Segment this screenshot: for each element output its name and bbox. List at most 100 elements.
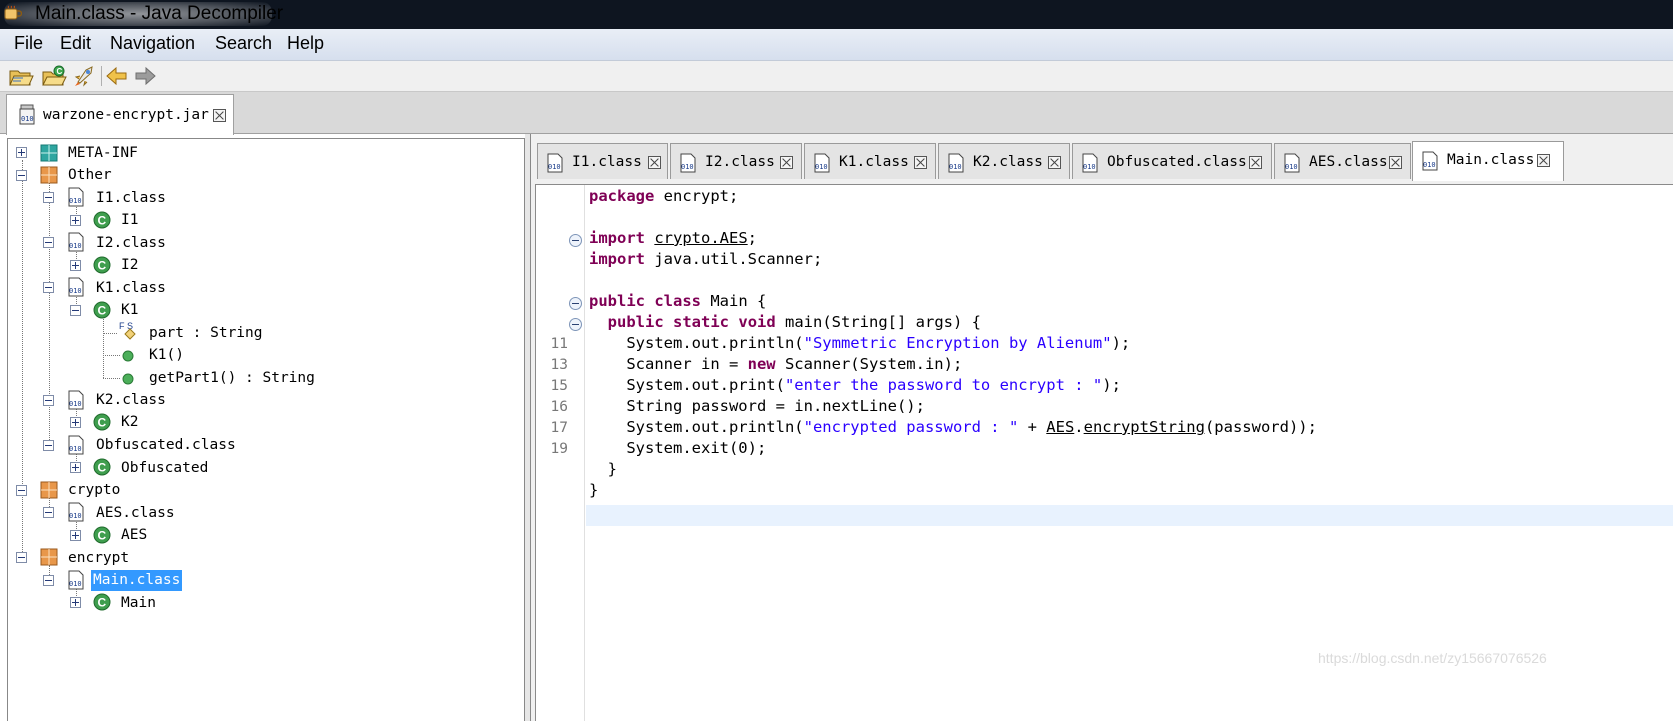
- collapse-toggle[interactable]: [16, 485, 27, 496]
- code-text: System.out.println(: [589, 334, 804, 352]
- collapse-toggle[interactable]: [43, 507, 54, 518]
- close-icon[interactable]: [1048, 156, 1061, 169]
- class-file-icon: 010: [68, 277, 84, 297]
- menu-help[interactable]: Help: [287, 33, 324, 54]
- file-tab-warzone-encrypt[interactable]: 010 warzone-encrypt.jar: [6, 94, 234, 135]
- class-file-icon: 010: [1284, 153, 1300, 173]
- tree-item-obfuscated[interactable]: Obfuscated: [121, 460, 208, 476]
- close-icon[interactable]: [213, 109, 226, 122]
- expand-toggle[interactable]: [70, 462, 81, 473]
- collapse-toggle[interactable]: [43, 237, 54, 248]
- back-arrow-icon[interactable]: [104, 64, 130, 88]
- tree-item-meta-inf[interactable]: META-INF: [68, 145, 138, 161]
- tree-item-method-getpart1[interactable]: getPart1() : String: [149, 370, 315, 386]
- method-icon: [122, 350, 134, 362]
- tree-item-encrypt[interactable]: encrypt: [68, 550, 129, 566]
- tree-item-i2-class[interactable]: I2.class: [96, 235, 166, 251]
- close-icon[interactable]: [648, 156, 661, 169]
- tree-item-obfuscated-class[interactable]: Obfuscated.class: [96, 437, 236, 453]
- tree-item-aes[interactable]: AES: [121, 527, 147, 543]
- svg-text:010: 010: [69, 512, 82, 520]
- menu-bar: File Edit Navigation Search Help: [0, 29, 1673, 61]
- code-type-link[interactable]: crypto.AES: [654, 229, 747, 247]
- close-icon[interactable]: [914, 156, 927, 169]
- svg-text:010: 010: [548, 163, 561, 171]
- class-c-icon: C: [93, 211, 111, 229]
- close-icon[interactable]: [1537, 154, 1550, 167]
- code-string: "enter the password to encrypt : ": [784, 376, 1103, 394]
- forward-arrow-icon[interactable]: [132, 64, 158, 88]
- file-tab-strip: 010 warzone-encrypt.jar: [0, 92, 1673, 135]
- tab-label: K2.class: [973, 154, 1043, 170]
- tree-item-k1[interactable]: K1: [121, 302, 138, 318]
- tab-obfuscated-class[interactable]: 010 Obfuscated.class: [1072, 143, 1272, 179]
- tree-item-other[interactable]: Other: [68, 167, 112, 183]
- tree-item-main-class[interactable]: Main.class: [91, 570, 183, 591]
- collapse-toggle[interactable]: [43, 440, 54, 451]
- svg-text:C: C: [98, 529, 107, 543]
- close-icon[interactable]: [780, 156, 793, 169]
- svg-text:010: 010: [1423, 161, 1436, 169]
- collapse-toggle[interactable]: [16, 552, 27, 563]
- expand-toggle[interactable]: [70, 530, 81, 541]
- class-file-icon: 010: [1082, 153, 1098, 173]
- jar-icon: 010: [19, 104, 35, 125]
- fold-collapse-icon[interactable]: [569, 234, 582, 247]
- collapse-toggle[interactable]: [43, 192, 54, 203]
- tree-item-k1-class[interactable]: K1.class: [96, 280, 166, 296]
- tree-item-aes-class[interactable]: AES.class: [96, 505, 175, 521]
- fold-collapse-icon[interactable]: [569, 297, 582, 310]
- menu-search[interactable]: Search: [215, 33, 272, 54]
- tab-k2-class[interactable]: 010 K2.class: [938, 143, 1070, 179]
- tab-main-class[interactable]: 010 Main.class: [1412, 141, 1564, 181]
- expand-toggle[interactable]: [70, 597, 81, 608]
- collapse-toggle[interactable]: [70, 305, 81, 316]
- code-method-link[interactable]: encryptString: [1084, 418, 1205, 436]
- tree-item-main[interactable]: Main: [121, 595, 156, 611]
- expand-toggle[interactable]: [70, 215, 81, 226]
- tree-item-i1[interactable]: I1: [121, 212, 138, 228]
- watermark: https://blog.csdn.net/zy15667076526: [1318, 650, 1547, 666]
- tab-label: I2.class: [705, 154, 775, 170]
- class-file-icon: 010: [68, 502, 84, 522]
- collapse-toggle[interactable]: [16, 170, 27, 181]
- collapse-toggle[interactable]: [43, 575, 54, 586]
- code-text: Main {: [701, 292, 767, 310]
- code-type-link[interactable]: AES: [1046, 418, 1074, 436]
- code-line: }: [589, 460, 617, 478]
- search-rocket-icon[interactable]: [72, 64, 98, 88]
- tree-item-i1-class[interactable]: I1.class: [96, 190, 166, 206]
- class-c-icon: C: [93, 458, 111, 476]
- close-icon[interactable]: [1249, 156, 1262, 169]
- tab-aes-class[interactable]: 010 AES.class: [1274, 143, 1411, 179]
- fold-collapse-icon[interactable]: [569, 318, 582, 331]
- tree-item-crypto[interactable]: crypto: [68, 482, 120, 498]
- svg-text:010: 010: [949, 163, 962, 171]
- code-keyword: void: [738, 313, 776, 331]
- menu-file[interactable]: File: [14, 33, 43, 54]
- menu-navigation[interactable]: Navigation: [110, 33, 195, 54]
- class-file-icon: 010: [68, 187, 84, 207]
- tree-item-field-part[interactable]: part : String: [149, 325, 263, 341]
- collapse-toggle[interactable]: [43, 395, 54, 406]
- expand-toggle[interactable]: [70, 260, 81, 271]
- expand-toggle[interactable]: [70, 417, 81, 428]
- tab-label: K1.class: [839, 154, 909, 170]
- menu-edit[interactable]: Edit: [60, 33, 91, 54]
- svg-text:010: 010: [681, 163, 694, 171]
- collapse-toggle[interactable]: [43, 282, 54, 293]
- open-file-icon[interactable]: [8, 64, 34, 88]
- tree-item-i2[interactable]: I2: [121, 257, 138, 273]
- close-icon[interactable]: [1389, 156, 1402, 169]
- class-file-icon: 010: [68, 570, 84, 590]
- folder-package-icon: [40, 144, 58, 162]
- open-type-icon[interactable]: C: [41, 64, 67, 88]
- expand-toggle[interactable]: [16, 147, 27, 158]
- tree-item-constructor[interactable]: K1(): [149, 347, 184, 363]
- tree-item-k2[interactable]: K2: [121, 414, 138, 430]
- tab-k1-class[interactable]: 010 K1.class: [804, 143, 936, 179]
- tab-i2-class[interactable]: 010 I2.class: [670, 143, 802, 179]
- tree-item-k2-class[interactable]: K2.class: [96, 392, 166, 408]
- tree-guide: [103, 333, 117, 334]
- tab-i1-class[interactable]: 010 I1.class: [537, 143, 668, 179]
